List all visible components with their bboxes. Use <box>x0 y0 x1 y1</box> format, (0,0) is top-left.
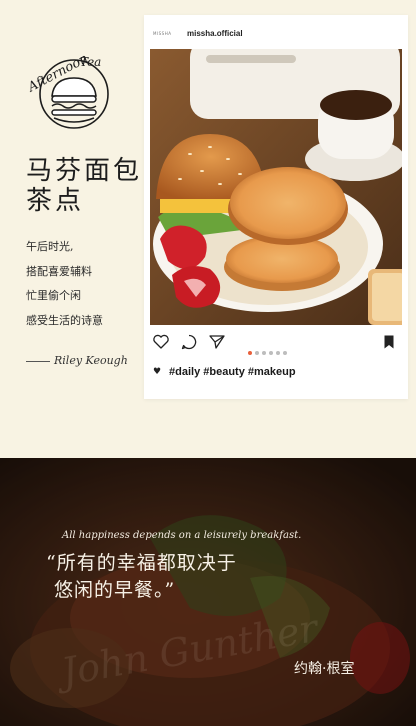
poem: 午后时光, 搭配喜爱辅料 忙里偷个闲 感受生活的诗意 <box>26 238 103 336</box>
bookmark-icon[interactable] <box>380 333 398 351</box>
page-title: 马芬面包 茶点 <box>26 156 142 216</box>
carousel-dots[interactable] <box>248 340 290 355</box>
carousel-dot[interactable] <box>255 351 259 355</box>
carousel-dot[interactable] <box>269 351 273 355</box>
burger-photo-illustration <box>150 49 402 325</box>
post-actions <box>152 333 400 355</box>
signature-name: Riley Keough <box>54 354 128 367</box>
afternoon-tea-logo: Afternoon Tea <box>25 52 109 129</box>
quote-author: 约翰·根室 <box>294 661 355 677</box>
title-line-2: 茶点 <box>26 186 85 216</box>
post-card: MISSHA missha.official ♥ #daily #beauty … <box>144 15 408 399</box>
like-heart-icon[interactable]: ♥ <box>153 367 163 377</box>
brand-avatar-text[interactable]: MISSHA <box>153 31 171 36</box>
send-icon[interactable] <box>208 333 226 351</box>
carousel-dot[interactable] <box>262 351 266 355</box>
quote-chinese: “所有的幸福都取决于 悠闲的早餐。” <box>46 550 237 604</box>
account-name[interactable]: missha.official <box>187 29 243 38</box>
signature-dash <box>26 360 50 362</box>
signature: Riley Keough <box>26 354 128 367</box>
heart-icon[interactable] <box>152 333 170 351</box>
poem-line-4: 感受生活的诗意 <box>26 313 103 327</box>
quote-banner: John Gunther All happiness depends on a … <box>0 458 416 726</box>
quote-english: All happiness depends on a leisurely bre… <box>62 530 302 541</box>
quote-chinese-line-1: “所有的幸福都取决于 <box>46 552 237 574</box>
top-section: Afternoon Tea 马芬面包 茶点 午后时光, 搭配喜爱辅料 忙里偷个闲… <box>0 0 416 458</box>
hashtags[interactable]: #daily #beauty #makeup <box>169 366 296 378</box>
carousel-dot-active[interactable] <box>248 351 252 355</box>
title-line-1: 马芬面包 <box>26 156 143 186</box>
post-header: MISSHA missha.official <box>144 15 408 51</box>
carousel-dot[interactable] <box>276 351 280 355</box>
post-photo[interactable] <box>150 49 402 325</box>
poem-line-1: 午后时光, <box>26 240 74 253</box>
poem-line-2: 搭配喜爱辅料 <box>26 264 92 278</box>
svg-text:Tea: Tea <box>80 55 101 69</box>
carousel-dot[interactable] <box>283 351 287 355</box>
poem-line-3: 忙里偷个闲 <box>26 289 81 302</box>
quote-chinese-line-2: 悠闲的早餐。” <box>54 579 176 601</box>
comment-icon[interactable] <box>180 333 198 351</box>
hashtag-row: ♥ #daily #beauty #makeup <box>153 361 296 378</box>
